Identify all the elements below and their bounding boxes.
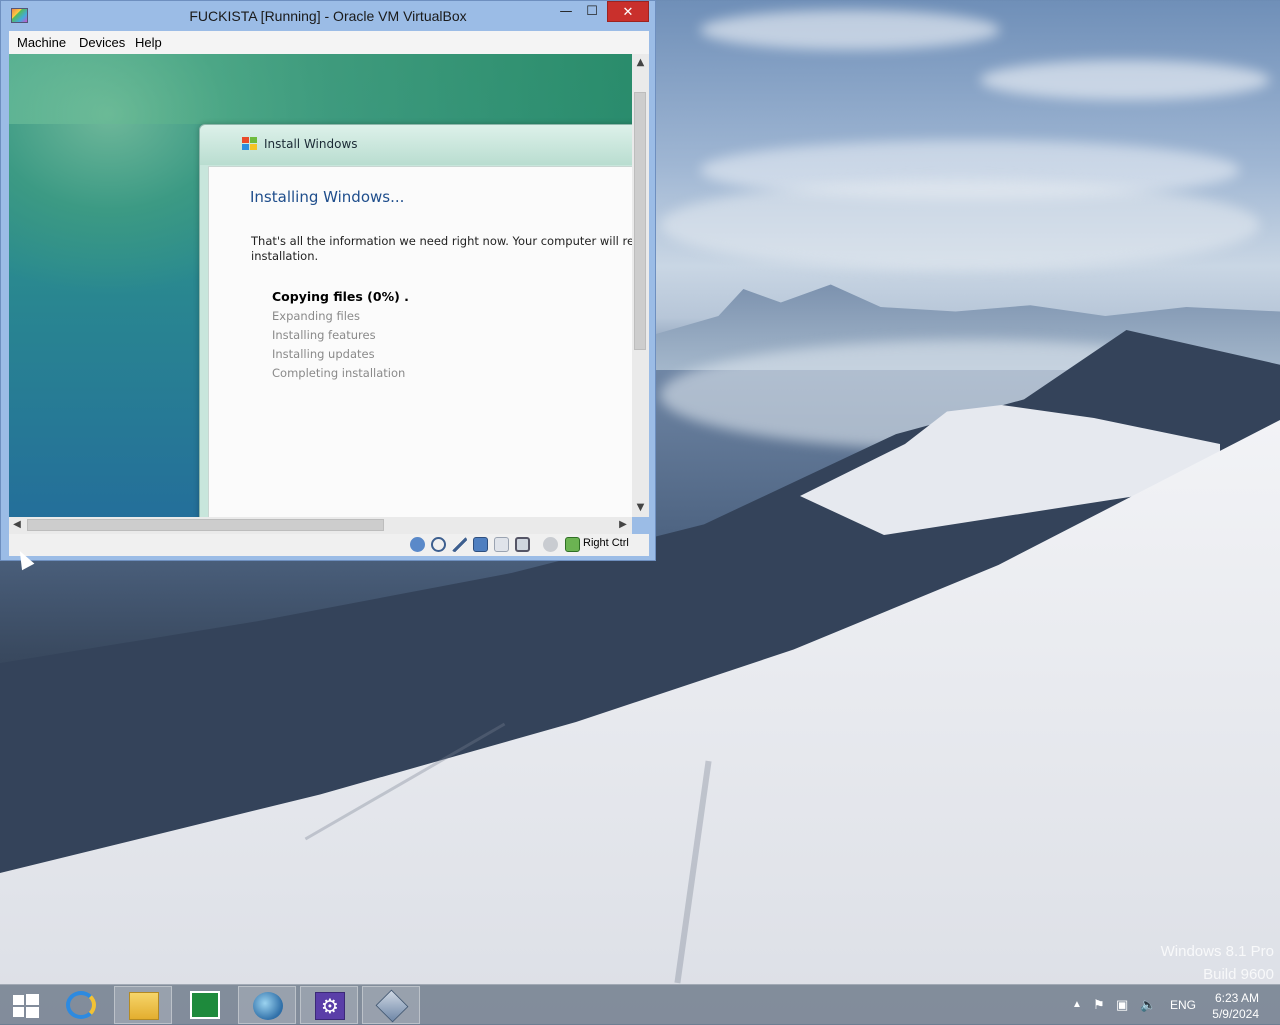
watermark-edition: Windows 8.1 Pro (1160, 943, 1274, 960)
clock-date: 5/9/2024 (1212, 1007, 1259, 1021)
scroll-down-arrow-icon[interactable]: ▼ (632, 501, 649, 515)
taskbar: ⚙ ▲ ⚑ ▣ 🔈 ENG 6:23 AM 5/9/2024 (0, 984, 1280, 1025)
windows-flag-icon (242, 137, 257, 151)
virtualbox-cube-icon (375, 989, 409, 1023)
video-capture-icon[interactable] (543, 537, 558, 552)
shared-folders-icon[interactable] (473, 537, 488, 552)
menu-help[interactable]: Help (135, 35, 162, 50)
scroll-up-arrow-icon[interactable]: ▲ (632, 56, 649, 70)
info-line-2: installation. (251, 249, 319, 263)
menu-bar: Machine Devices Help (9, 31, 649, 55)
install-dialog-title: Install Windows (264, 137, 358, 151)
taskbar-network-globe-app[interactable] (238, 986, 296, 1024)
store-icon (190, 991, 220, 1019)
step-copying-files: Copying files (0%) . (272, 289, 409, 304)
optical-drive-icon[interactable] (431, 537, 446, 552)
menu-devices[interactable]: Devices (79, 35, 125, 50)
network-icon[interactable] (494, 537, 509, 552)
globe-icon (253, 992, 283, 1020)
vertical-scroll-thumb[interactable] (634, 92, 646, 350)
watermark-build: Build 9600 (1203, 966, 1274, 983)
step-installing-updates: Installing updates (272, 347, 375, 361)
info-line-1: That's all the information we need right… (251, 234, 632, 248)
close-button[interactable]: ✕ (607, 1, 649, 22)
maximize-button[interactable]: ☐ (579, 1, 605, 22)
vm-background-band (9, 54, 632, 124)
scroll-right-arrow-icon[interactable]: ▶ (615, 518, 631, 532)
install-info-text: That's all the information we need right… (251, 234, 632, 264)
gear-icon: ⚙ (315, 992, 345, 1020)
taskbar-virtualbox[interactable] (362, 986, 420, 1024)
mouse-integration-icon[interactable] (565, 537, 580, 552)
clock-time: 6:23 AM (1214, 991, 1259, 1005)
step-expanding-files: Expanding files (272, 309, 360, 323)
internet-explorer-icon (66, 991, 96, 1019)
system-tray: ▲ ⚑ ▣ 🔈 ENG 6:23 AM 5/9/2024 (1050, 985, 1280, 1025)
step-installing-features: Installing features (272, 328, 376, 342)
installing-heading: Installing Windows... (250, 188, 405, 206)
host-key-label: Right Ctrl (583, 537, 629, 549)
install-dialog-body: Installing Windows... That's all the inf… (208, 166, 632, 517)
menu-machine[interactable]: Machine (17, 35, 66, 50)
network-status-icon[interactable]: ▣ (1116, 997, 1128, 1013)
folder-icon (129, 992, 159, 1020)
step-completing-installation: Completing installation (272, 366, 406, 380)
taskbar-windows-store[interactable] (176, 986, 234, 1024)
install-windows-dialog: Install Windows Installing Windows... Th… (199, 124, 632, 517)
minimize-button[interactable]: — (553, 1, 579, 22)
vm-display[interactable]: Install Windows Installing Windows... Th… (9, 54, 632, 517)
scroll-left-arrow-icon[interactable]: ◀ (9, 518, 25, 532)
install-dialog-header: Install Windows (200, 125, 632, 165)
horizontal-scroll-thumb[interactable] (27, 519, 384, 531)
horizontal-scrollbar[interactable]: ◀ ▶ (9, 517, 632, 534)
input-language-indicator[interactable]: ENG (1170, 998, 1196, 1012)
volume-muted-icon[interactable]: 🔈 (1140, 997, 1156, 1013)
start-button[interactable] (0, 986, 58, 1024)
windows-build-watermark: Windows 8.1 Pro Build 9600 (1161, 940, 1274, 986)
usb-icon[interactable] (452, 537, 467, 552)
hard-disk-icon[interactable] (410, 537, 425, 552)
window-title-bar[interactable]: FUCKISTA [Running] - Oracle VM VirtualBo… (1, 1, 655, 31)
windows-logo-icon (13, 994, 39, 1018)
taskbar-file-explorer[interactable] (114, 986, 172, 1024)
taskbar-internet-explorer[interactable] (52, 986, 110, 1024)
show-hidden-icons-icon[interactable]: ▲ (1072, 999, 1082, 1010)
taskbar-settings-app[interactable]: ⚙ (300, 986, 358, 1024)
vm-status-bar: Right Ctrl (9, 534, 649, 556)
action-center-flag-icon[interactable]: ⚑ (1093, 997, 1105, 1013)
virtualbox-window: FUCKISTA [Running] - Oracle VM VirtualBo… (0, 0, 656, 561)
taskbar-clock[interactable]: 6:23 AM 5/9/2024 (1212, 990, 1259, 1022)
vertical-scrollbar[interactable]: ▲ ▼ (632, 54, 649, 517)
display-icon[interactable] (515, 537, 530, 552)
